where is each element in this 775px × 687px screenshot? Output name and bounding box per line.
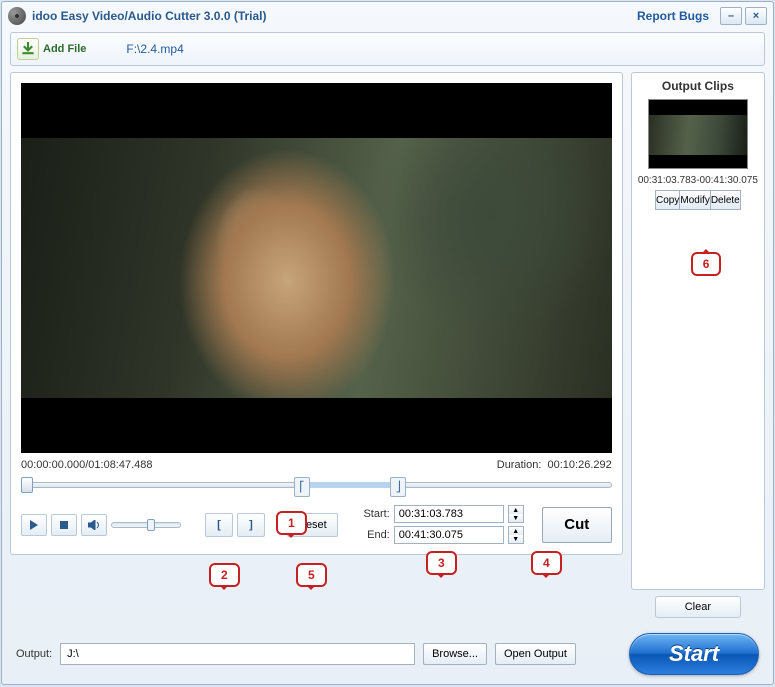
callout-2: 2 (209, 563, 240, 587)
mark-end-button[interactable]: ] (237, 513, 265, 537)
start-time-input[interactable] (394, 505, 504, 523)
window-title: idoo Easy Video/Audio Cutter 3.0.0 (Tria… (32, 9, 267, 23)
clip-copy-button[interactable]: Copy (655, 190, 680, 210)
callout-4: 4 (531, 551, 562, 575)
clear-clips-button[interactable]: Clear (655, 596, 741, 618)
volume-icon[interactable] (81, 514, 107, 536)
clip-modify-button[interactable]: Modify (680, 190, 710, 210)
stop-button[interactable] (51, 514, 77, 536)
end-time-spinner[interactable]: ▲▼ (508, 526, 524, 544)
mark-start-button[interactable]: [ (205, 513, 233, 537)
output-folder-label: Output: (16, 648, 52, 660)
report-bugs-link[interactable]: Report Bugs (637, 9, 709, 23)
output-clips-title: Output Clips (662, 79, 734, 93)
open-output-button[interactable]: Open Output (495, 643, 576, 665)
end-time-label: End: (356, 529, 390, 541)
app-icon (8, 7, 26, 25)
selection-duration: 00:10:26.292 (548, 459, 612, 471)
cut-button[interactable]: Cut (542, 507, 612, 543)
duration-label: Duration: (497, 459, 542, 471)
clip-thumbnail[interactable] (648, 99, 748, 169)
current-file-path: F:\2.4.mp4 (126, 42, 183, 56)
callout-5: 5 (296, 563, 327, 587)
end-time-input[interactable] (394, 526, 504, 544)
download-icon (17, 38, 39, 60)
video-still-image (21, 138, 612, 398)
timeline-slider[interactable]: ⎡ ⎦ (21, 475, 612, 495)
add-file-label: Add File (43, 43, 86, 55)
clip-delete-button[interactable]: Delete (711, 190, 741, 210)
play-button[interactable] (21, 514, 47, 536)
close-button[interactable]: × (745, 7, 767, 25)
range-end-marker[interactable]: ⎦ (390, 477, 406, 497)
browse-button[interactable]: Browse... (423, 643, 487, 665)
clip-time-range: 00:31:03.783-00:41:30.075 (638, 175, 758, 186)
minimize-button[interactable]: – (720, 7, 742, 25)
add-file-button[interactable]: Add File (17, 38, 86, 60)
reset-button[interactable]: Reset (287, 513, 338, 537)
video-preview[interactable] (21, 83, 612, 453)
start-time-label: Start: (356, 508, 390, 520)
playback-position: 00:00:00.000/01:08:47.488 (21, 459, 153, 471)
start-button[interactable]: Start (629, 633, 759, 675)
range-start-marker[interactable]: ⎡ (294, 477, 310, 497)
playhead-thumb[interactable] (21, 477, 33, 493)
callout-3: 3 (426, 551, 457, 575)
start-time-spinner[interactable]: ▲▼ (508, 505, 524, 523)
volume-slider[interactable] (111, 522, 181, 528)
output-folder-input[interactable] (60, 643, 415, 665)
